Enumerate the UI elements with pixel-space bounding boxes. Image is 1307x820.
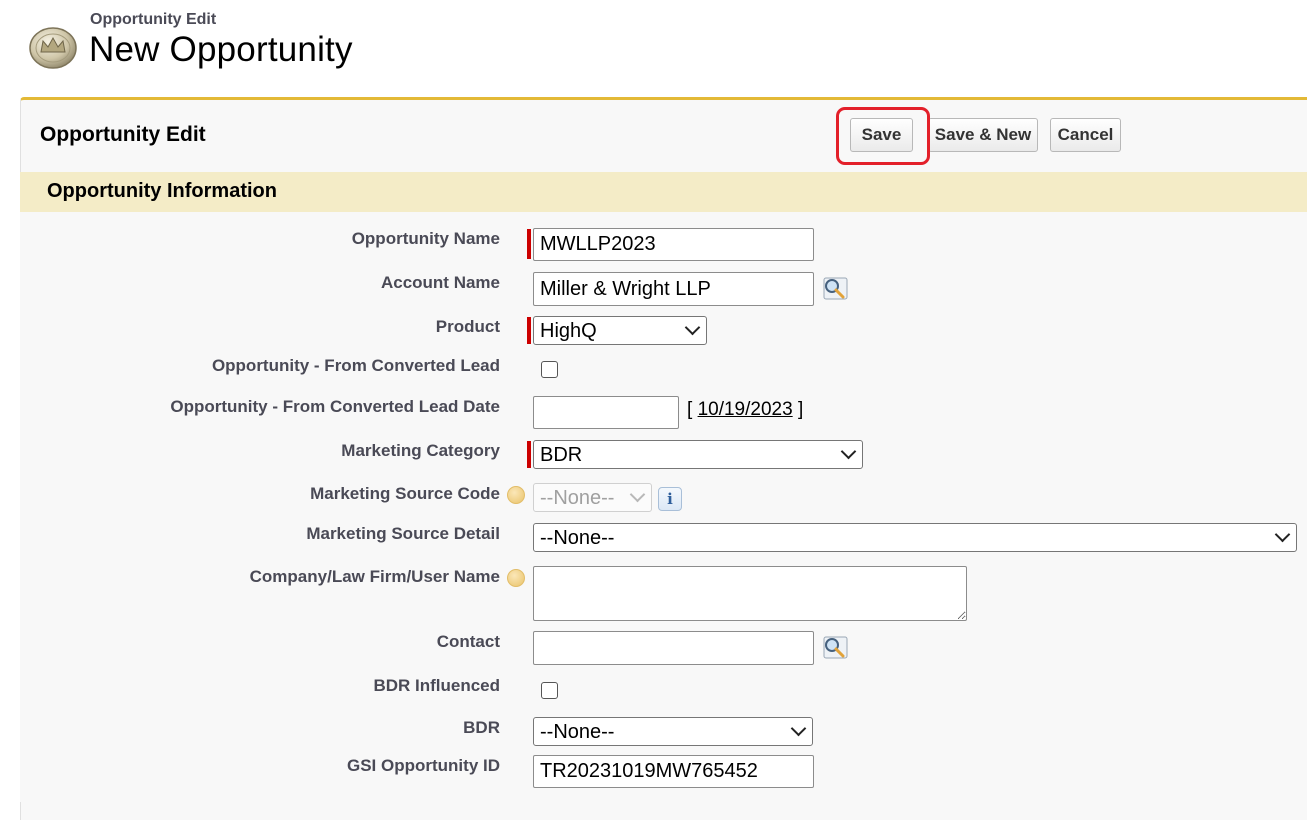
bdr-select[interactable]: --None-- <box>533 717 813 746</box>
opportunity-name-label: Opportunity Name <box>351 229 500 248</box>
required-indicator <box>527 317 531 344</box>
help-icon[interactable] <box>507 569 525 587</box>
chevron-down-icon <box>1274 526 1291 543</box>
marketing-source-detail-select[interactable]: --None-- <box>533 523 1297 552</box>
save-and-new-button[interactable]: Save & New <box>928 118 1038 152</box>
page-subtitle: Opportunity Edit <box>90 11 217 28</box>
opportunity-name-input[interactable] <box>533 228 814 261</box>
marketing-source-code-select: --None-- <box>533 483 652 512</box>
from-converted-lead-label: Opportunity - From Converted Lead <box>211 356 500 375</box>
date-bracket-open: [ <box>687 399 693 420</box>
page-title: New Opportunity <box>89 30 353 69</box>
chevron-down-icon <box>790 720 807 737</box>
marketing-source-detail-label: Marketing Source Detail <box>306 524 500 543</box>
company-name-textarea[interactable] <box>533 566 967 621</box>
marketing-category-value: BDR <box>540 444 583 466</box>
lookup-magnifier-icon[interactable] <box>821 634 849 660</box>
info-icon[interactable]: i <box>658 487 682 511</box>
chevron-down-icon <box>840 443 857 460</box>
from-converted-lead-date-label: Opportunity - From Converted Lead Date <box>170 397 500 416</box>
bdr-select-value: --None-- <box>540 721 615 743</box>
product-select[interactable]: HighQ <box>533 316 707 345</box>
marketing-source-detail-value: --None-- <box>540 527 615 549</box>
bdr-label: BDR <box>463 718 500 737</box>
bdr-influenced-checkbox[interactable] <box>541 682 558 699</box>
help-icon[interactable] <box>507 486 525 504</box>
date-shortcut: [ 10/19/2023 ] <box>687 399 803 421</box>
chevron-down-icon <box>684 319 701 336</box>
marketing-source-code-value: --None-- <box>540 487 615 509</box>
account-name-input[interactable] <box>533 272 814 306</box>
bdr-influenced-label: BDR Influenced <box>373 676 500 695</box>
date-bracket-close: ] <box>797 399 804 420</box>
gsi-opportunity-id-label: GSI Opportunity ID <box>347 756 500 775</box>
save-button[interactable]: Save <box>850 118 913 152</box>
account-name-label: Account Name <box>380 273 500 292</box>
product-select-value: HighQ <box>540 320 597 342</box>
required-indicator <box>527 229 531 259</box>
gsi-opportunity-id-input[interactable] <box>533 755 814 788</box>
from-converted-lead-checkbox[interactable] <box>541 361 558 378</box>
marketing-source-code-label: Marketing Source Code <box>310 484 500 503</box>
contact-input[interactable] <box>533 631 814 665</box>
section-title: Opportunity Information <box>47 180 277 202</box>
marketing-category-label: Marketing Category <box>341 441 500 460</box>
company-name-label: Company/Law Firm/User Name <box>249 567 500 586</box>
cancel-button[interactable]: Cancel <box>1050 118 1121 152</box>
contact-label: Contact <box>436 632 500 651</box>
converted-lead-date-input[interactable] <box>533 396 679 429</box>
today-date-link[interactable]: 10/19/2023 <box>698 399 793 420</box>
panel-title: Opportunity Edit <box>40 123 206 146</box>
lookup-magnifier-icon[interactable] <box>821 275 849 301</box>
marketing-category-select[interactable]: BDR <box>533 440 863 469</box>
chevron-down-icon <box>629 486 646 503</box>
product-label: Product <box>435 317 500 336</box>
required-indicator <box>527 441 531 468</box>
crown-coin-icon <box>29 27 77 69</box>
